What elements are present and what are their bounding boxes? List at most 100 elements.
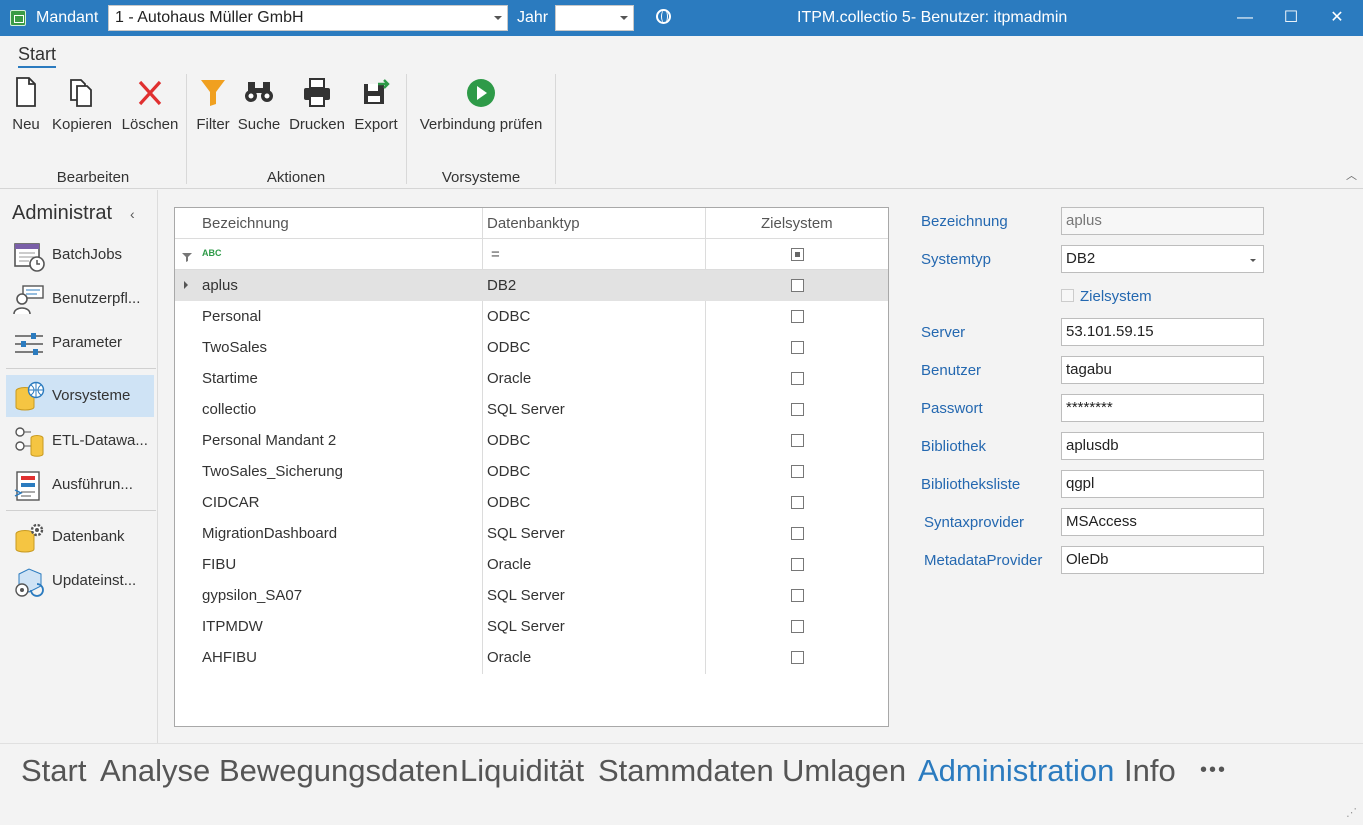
bezeichnung-field[interactable]: aplus — [1061, 207, 1264, 235]
nav-more-button[interactable]: ••• — [1200, 759, 1227, 782]
bibliothek-field[interactable]: aplusdb — [1061, 432, 1264, 460]
table-row[interactable]: Personal Mandant 2 ODBC — [175, 425, 888, 456]
cell-datenbanktyp[interactable]: SQL Server — [487, 401, 565, 418]
cell-bezeichnung[interactable]: ITPMDW — [202, 618, 263, 635]
close-button[interactable]: ✕ — [1314, 0, 1360, 36]
syntaxprovider-field[interactable]: MSAccess — [1061, 508, 1264, 536]
column-header-datenbanktyp[interactable]: Datenbanktyp — [487, 215, 580, 232]
table-row[interactable]: TwoSales ODBC — [175, 332, 888, 363]
nav-analyse[interactable]: Analyse — [100, 753, 210, 789]
table-row[interactable]: FIBU Oracle — [175, 549, 888, 580]
export-button[interactable]: Export — [352, 76, 400, 133]
cell-datenbanktyp[interactable]: ODBC — [487, 432, 530, 449]
table-row[interactable]: TwoSales_Sicherung ODBC — [175, 456, 888, 487]
sidebar-item-ausfuehrung[interactable]: Ausführun... — [6, 464, 154, 506]
cell-zielsystem-checkbox[interactable] — [791, 496, 804, 509]
sidebar-item-parameter[interactable]: Parameter — [6, 322, 154, 364]
sidebar-item-datenbank[interactable]: Datenbank — [6, 516, 154, 558]
cell-datenbanktyp[interactable]: Oracle — [487, 556, 531, 573]
table-row[interactable]: collectio SQL Server — [175, 394, 888, 425]
sidebar-item-batchjobs[interactable]: BatchJobs — [6, 234, 154, 276]
bibliotheksliste-field[interactable]: qgpl — [1061, 470, 1264, 498]
new-button[interactable]: Neu — [8, 76, 44, 133]
cell-datenbanktyp[interactable]: Oracle — [487, 370, 531, 387]
sidebar-item-vorsysteme[interactable]: Vorsysteme — [6, 375, 154, 417]
mandant-select[interactable]: 1 - Autohaus Müller GmbH — [108, 5, 508, 31]
cell-zielsystem-checkbox[interactable] — [791, 341, 804, 354]
cell-bezeichnung[interactable]: collectio — [202, 401, 256, 418]
table-row[interactable]: Startime Oracle — [175, 363, 888, 394]
cell-bezeichnung[interactable]: AHFIBU — [202, 649, 257, 666]
table-row[interactable]: gypsilon_SA07 SQL Server — [175, 580, 888, 611]
zielsystem-filter-checkbox[interactable] — [791, 248, 804, 261]
cell-datenbanktyp[interactable]: Oracle — [487, 649, 531, 666]
cell-datenbanktyp[interactable]: DB2 — [487, 277, 516, 294]
cell-datenbanktyp[interactable]: ODBC — [487, 339, 530, 356]
cell-datenbanktyp[interactable]: SQL Server — [487, 587, 565, 604]
copy-button[interactable]: Kopieren — [50, 76, 114, 133]
filter-button[interactable]: Filter — [194, 76, 232, 133]
cell-bezeichnung[interactable]: Personal Mandant 2 — [202, 432, 336, 449]
jahr-select[interactable] — [555, 5, 634, 31]
chevron-left-icon[interactable]: ‹ — [130, 206, 135, 222]
cell-datenbanktyp[interactable]: ODBC — [487, 463, 530, 480]
cell-datenbanktyp[interactable]: ODBC — [487, 494, 530, 511]
collapse-ribbon-icon[interactable]: ︿ — [1346, 167, 1357, 183]
cell-zielsystem-checkbox[interactable] — [791, 465, 804, 478]
passwort-field[interactable]: ******** — [1061, 394, 1264, 422]
cell-bezeichnung[interactable]: MigrationDashboard — [202, 525, 337, 542]
nav-bewegungsdaten[interactable]: Bewegungsdaten — [219, 753, 459, 789]
cell-bezeichnung[interactable]: TwoSales_Sicherung — [202, 463, 343, 480]
cell-bezeichnung[interactable]: aplus — [202, 277, 238, 294]
nav-info[interactable]: Info — [1124, 753, 1176, 789]
delete-button[interactable]: Löschen — [120, 76, 180, 133]
cell-zielsystem-checkbox[interactable] — [791, 527, 804, 540]
table-row[interactable]: AHFIBU Oracle — [175, 642, 888, 673]
maximize-button[interactable]: ☐ — [1268, 0, 1314, 36]
nav-liquiditaet[interactable]: Liquidität — [460, 753, 584, 789]
cell-zielsystem-checkbox[interactable] — [791, 279, 804, 292]
globe-icon[interactable] — [656, 9, 671, 24]
nav-start[interactable]: Start — [21, 753, 86, 789]
cell-zielsystem-checkbox[interactable] — [791, 310, 804, 323]
table-row[interactable]: ITPMDW SQL Server — [175, 611, 888, 642]
cell-zielsystem-checkbox[interactable] — [791, 589, 804, 602]
table-row[interactable]: MigrationDashboard SQL Server — [175, 518, 888, 549]
table-row[interactable]: CIDCAR ODBC — [175, 487, 888, 518]
table-row[interactable]: Personal ODBC — [175, 301, 888, 332]
cell-datenbanktyp[interactable]: ODBC — [487, 308, 530, 325]
server-field[interactable]: 53.101.59.15 — [1061, 318, 1264, 346]
column-header-bezeichnung[interactable]: Bezeichnung — [202, 215, 289, 232]
benutzer-field[interactable]: tagabu — [1061, 356, 1264, 384]
minimize-button[interactable]: — — [1222, 0, 1268, 36]
cell-zielsystem-checkbox[interactable] — [791, 558, 804, 571]
cell-zielsystem-checkbox[interactable] — [791, 403, 804, 416]
bezeichnung-filter-cell[interactable]: ABC — [202, 248, 432, 262]
nav-stammdaten[interactable]: Stammdaten — [598, 753, 774, 789]
resize-grip-icon[interactable] — [1346, 806, 1357, 819]
cell-bezeichnung[interactable]: TwoSales — [202, 339, 267, 356]
sidebar-item-updateinstallation[interactable]: Updateinst... — [6, 560, 154, 602]
systemtyp-select[interactable]: DB2 — [1061, 245, 1264, 273]
cell-zielsystem-checkbox[interactable] — [791, 434, 804, 447]
nav-umlagen[interactable]: Umlagen — [782, 753, 906, 789]
cell-zielsystem-checkbox[interactable] — [791, 372, 804, 385]
datenbanktyp-filter-cell[interactable]: = — [491, 246, 500, 263]
sidebar-item-etl-datawarehouse[interactable]: ETL-Datawa... — [6, 420, 154, 462]
cell-bezeichnung[interactable]: CIDCAR — [202, 494, 260, 511]
print-button[interactable]: Drucken — [287, 76, 347, 133]
sidebar-item-benutzerpflege[interactable]: Benutzerpfl... — [6, 278, 154, 320]
search-button[interactable]: Suche — [237, 76, 281, 133]
metadataprovider-field[interactable]: OleDb — [1061, 546, 1264, 574]
ribbon-tab-start[interactable]: Start — [18, 44, 57, 68]
cell-bezeichnung[interactable]: Startime — [202, 370, 258, 387]
zielsystem-checkbox[interactable] — [1061, 289, 1074, 302]
column-header-zielsystem[interactable]: Zielsystem — [761, 215, 833, 232]
cell-datenbanktyp[interactable]: SQL Server — [487, 525, 565, 542]
cell-bezeichnung[interactable]: Personal — [202, 308, 261, 325]
cell-zielsystem-checkbox[interactable] — [791, 651, 804, 664]
cell-bezeichnung[interactable]: gypsilon_SA07 — [202, 587, 302, 604]
test-connection-button[interactable]: Verbindung prüfen — [414, 76, 548, 133]
cell-datenbanktyp[interactable]: SQL Server — [487, 618, 565, 635]
nav-administration[interactable]: Administration — [918, 753, 1114, 789]
